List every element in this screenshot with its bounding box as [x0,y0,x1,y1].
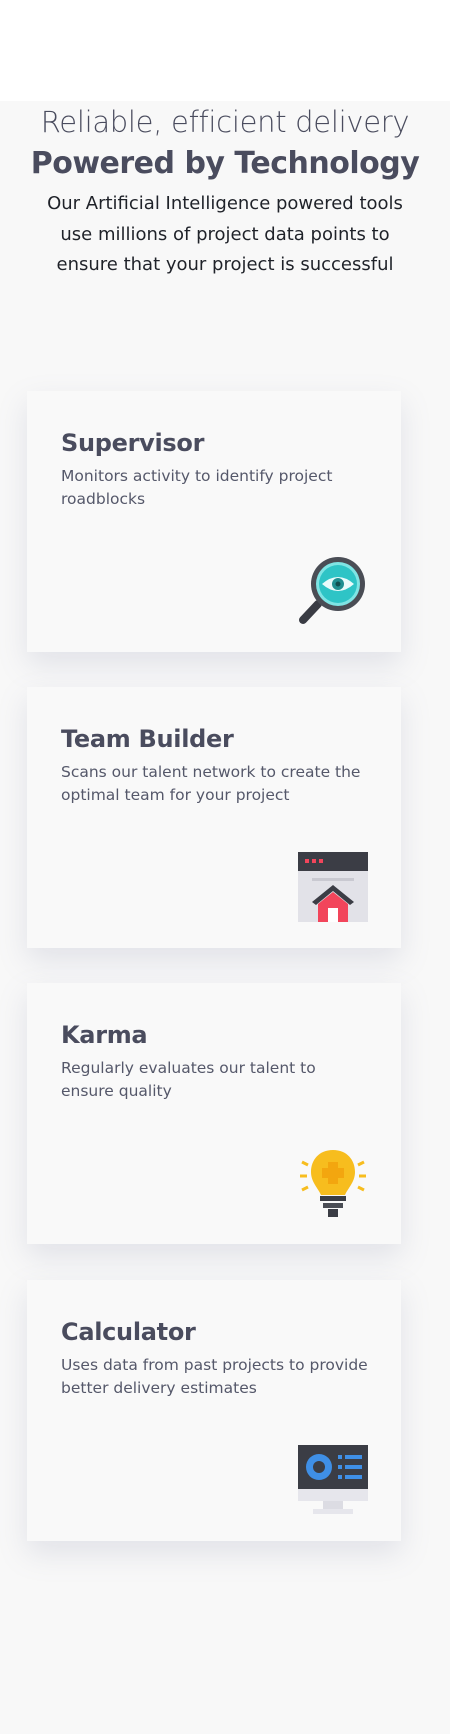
card-description: Scans our talent network to create the o… [61,763,361,804]
feature-card-supervisor: Supervisor Monitors activity to identify… [27,391,401,652]
top-bar [0,0,450,101]
card-title: Team Builder [61,725,234,753]
magnifier-eye-icon [298,556,368,626]
lightbulb-puzzle-icon [298,1148,368,1218]
feature-card-karma: Karma Regularly evaluates our talent to … [27,983,401,1244]
card-title: Karma [61,1021,148,1049]
feature-card-team-builder: Team Builder Scans our talent network to… [27,687,401,948]
browser-house-icon [298,852,368,922]
feature-card-calculator: Calculator Uses data from past projects … [27,1280,401,1541]
hero-title: Powered by Technology [30,146,420,181]
card-description: Uses data from past projects to provide … [61,1356,368,1397]
card-title: Supervisor [61,429,205,457]
card-description: Regularly evaluates our talent to ensure… [61,1059,316,1100]
hero-subtitle: Our Artificial Intelligence powered tool… [47,193,403,275]
card-description: Monitors activity to identify project ro… [61,467,333,508]
card-title: Calculator [61,1318,196,1346]
monitor-chart-icon [298,1445,368,1515]
hero-kicker: Reliable, efficient delivery [40,105,410,139]
